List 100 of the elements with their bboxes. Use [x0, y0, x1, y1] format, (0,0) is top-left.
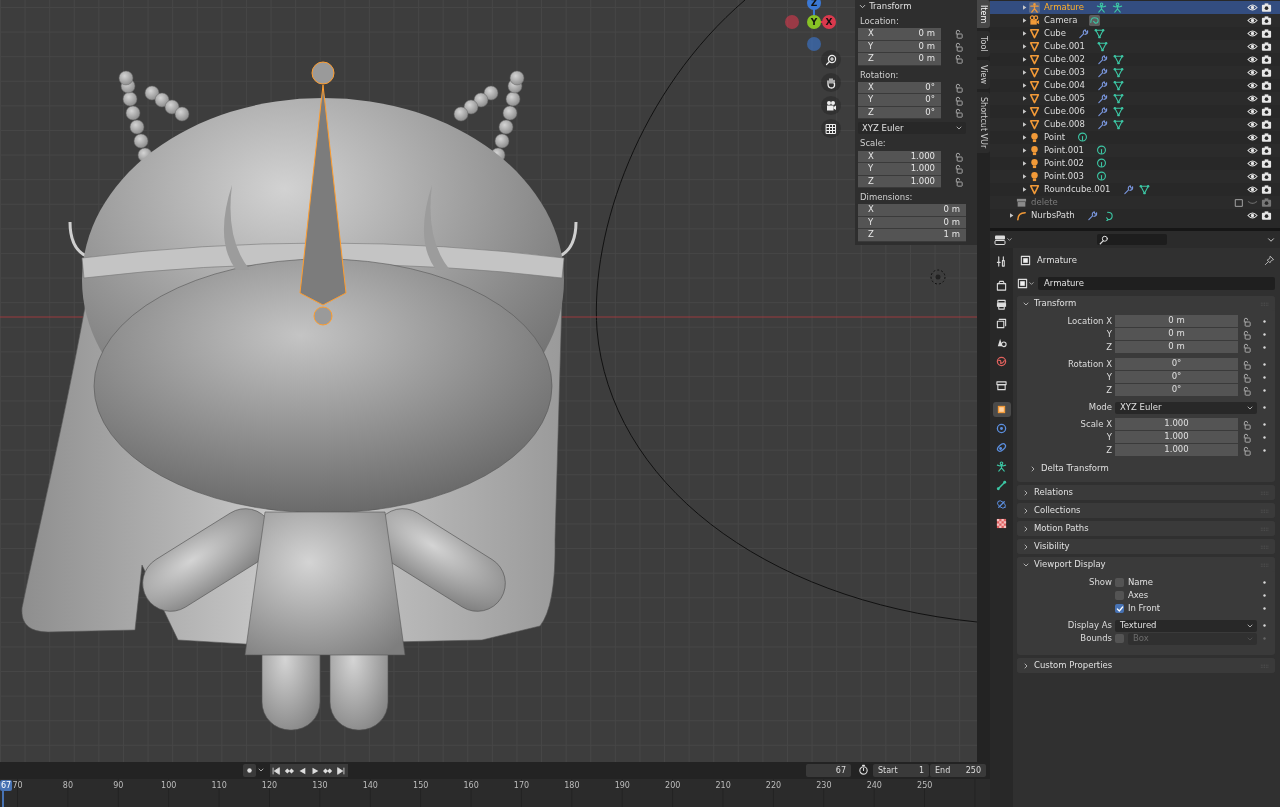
lock-icon[interactable] — [1241, 329, 1251, 340]
keyframe-dot-icon[interactable] — [1260, 578, 1269, 587]
play-button[interactable] — [309, 764, 322, 777]
light-data-icon[interactable] — [1096, 158, 1108, 169]
viewport-tool-button[interactable] — [821, 73, 841, 92]
number-field[interactable]: X 0 m — [858, 28, 941, 41]
outliner-row[interactable]: Point — [990, 131, 1280, 144]
chevron-icon[interactable] — [858, 2, 867, 11]
axis-handle[interactable]: X — [822, 15, 836, 29]
camera-icon[interactable] — [1261, 158, 1272, 169]
lock-icon[interactable] — [1241, 372, 1251, 383]
camera-icon[interactable] — [1261, 171, 1272, 182]
keyframe-dot-icon[interactable] — [1260, 446, 1269, 455]
keyframe-dot-icon[interactable] — [1260, 433, 1269, 442]
keyframe-dot-icon[interactable] — [1260, 621, 1269, 630]
outliner-row[interactable]: NurbsPath — [990, 209, 1280, 222]
character-model-drawing[interactable] — [21, 70, 578, 731]
keyframe-dot-icon[interactable] — [1260, 360, 1269, 369]
eye-icon[interactable] — [1247, 106, 1258, 117]
outliner-row[interactable]: Cube.004 — [990, 79, 1280, 92]
pin-icon[interactable] — [1264, 255, 1275, 266]
eye-icon[interactable] — [1247, 145, 1258, 156]
dropdown-field[interactable]: XYZ Euler — [858, 122, 966, 135]
lock-icon[interactable] — [953, 41, 963, 52]
viewport-tool-button[interactable] — [821, 96, 841, 115]
camera-icon[interactable] — [1261, 2, 1272, 13]
number-field[interactable]: 1.000 — [1115, 431, 1238, 444]
mesh-data-icon[interactable] — [1138, 184, 1150, 195]
number-field[interactable]: Z 0 m — [858, 53, 941, 66]
eye-icon[interactable] — [1247, 119, 1258, 130]
number-field[interactable]: 0° — [1115, 384, 1238, 397]
expand-arrow-icon[interactable] — [1007, 211, 1016, 220]
search-field[interactable] — [1097, 234, 1167, 245]
lock-icon[interactable] — [953, 95, 963, 106]
camera-icon[interactable] — [1261, 132, 1272, 143]
wrench-icon[interactable] — [1096, 80, 1108, 91]
current-frame-field[interactable]: 67 — [806, 764, 851, 777]
camera-icon[interactable] — [1261, 80, 1272, 91]
number-field[interactable]: 0° — [1115, 358, 1238, 371]
number-field[interactable]: 1.000 — [1115, 444, 1238, 457]
eye-icon[interactable] — [1247, 2, 1258, 13]
lock-icon[interactable] — [953, 108, 963, 119]
record-button[interactable] — [243, 764, 256, 777]
keyframe-dot-icon[interactable] — [1260, 591, 1269, 600]
checkbox[interactable] — [1115, 578, 1124, 587]
mesh-data-icon[interactable] — [1112, 106, 1124, 117]
lock-icon[interactable] — [1241, 385, 1251, 396]
lock-icon[interactable] — [953, 164, 963, 175]
sidebar-tab[interactable]: Shortcut VUr — [977, 91, 990, 153]
checkbox-icon[interactable] — [1234, 197, 1244, 208]
eye-icon[interactable] — [1247, 15, 1258, 26]
mesh-data-icon[interactable] — [1112, 80, 1124, 91]
wrench-icon[interactable] — [1086, 210, 1098, 221]
sidebar-tab[interactable]: View — [977, 59, 990, 89]
start-frame-field[interactable]: Start 1 — [873, 764, 929, 777]
eye-icon[interactable] — [1247, 210, 1258, 221]
lock-icon[interactable] — [1241, 316, 1251, 327]
light-data-icon[interactable] — [1096, 145, 1108, 156]
mesh-data-icon[interactable] — [1112, 93, 1124, 104]
camera-icon[interactable] — [1261, 15, 1272, 26]
number-field[interactable]: X 1.000 — [858, 150, 941, 164]
dropdown-field[interactable]: XYZ Euler — [1115, 401, 1257, 414]
wrench-icon[interactable] — [1096, 54, 1108, 65]
lock-icon[interactable] — [953, 54, 963, 65]
keyframe-dot-icon[interactable] — [1260, 604, 1269, 613]
datablock-type-button[interactable] — [1017, 277, 1035, 289]
number-field[interactable]: Y 1.000 — [858, 163, 941, 176]
properties-tab[interactable] — [992, 402, 1011, 417]
keyframe-dot-icon[interactable] — [1260, 373, 1269, 382]
wrench-icon[interactable] — [1096, 119, 1108, 130]
mesh-data-icon[interactable] — [1096, 41, 1108, 52]
eye-icon[interactable] — [1247, 171, 1258, 182]
eye-icon[interactable] — [1247, 41, 1258, 52]
camera-icon[interactable] — [1261, 119, 1272, 130]
stick-figure-icon[interactable] — [1095, 2, 1107, 13]
camera-icon[interactable] — [1261, 145, 1272, 156]
play-reverse-button[interactable] — [296, 764, 309, 777]
keyframe-dot-icon[interactable] — [1260, 330, 1269, 339]
camera-icon[interactable] — [1261, 41, 1272, 52]
number-field[interactable]: Z 1 m — [858, 229, 966, 242]
axis-handle[interactable]: Z — [807, 0, 821, 10]
keyframe-dot-icon[interactable] — [1260, 634, 1269, 643]
sidebar-tab[interactable]: Tool — [977, 31, 990, 57]
eye-icon[interactable] — [1247, 158, 1258, 169]
number-field[interactable]: X 0 m — [858, 204, 966, 217]
mesh-data-icon[interactable] — [1112, 67, 1124, 78]
camera-icon[interactable] — [1261, 93, 1272, 104]
end-frame-field[interactable]: End 250 — [930, 764, 986, 777]
wrench-icon[interactable] — [1077, 28, 1089, 39]
axis-handle[interactable] — [785, 15, 799, 29]
outliner-row[interactable]: Cube.006 — [990, 105, 1280, 118]
lock-icon[interactable] — [953, 151, 963, 162]
viewport-tool-button[interactable] — [821, 119, 841, 138]
subpanel-header[interactable]: Delta Transform — [1017, 461, 1115, 476]
stick-figure-icon[interactable] — [1111, 2, 1123, 13]
viewport-tool-button[interactable] — [821, 50, 841, 69]
datablock-name-field[interactable]: Armature — [1038, 276, 1275, 290]
wrench-icon[interactable] — [1122, 184, 1134, 195]
number-field[interactable]: 0° — [1115, 371, 1238, 384]
number-field[interactable]: 0 m — [1115, 341, 1238, 354]
